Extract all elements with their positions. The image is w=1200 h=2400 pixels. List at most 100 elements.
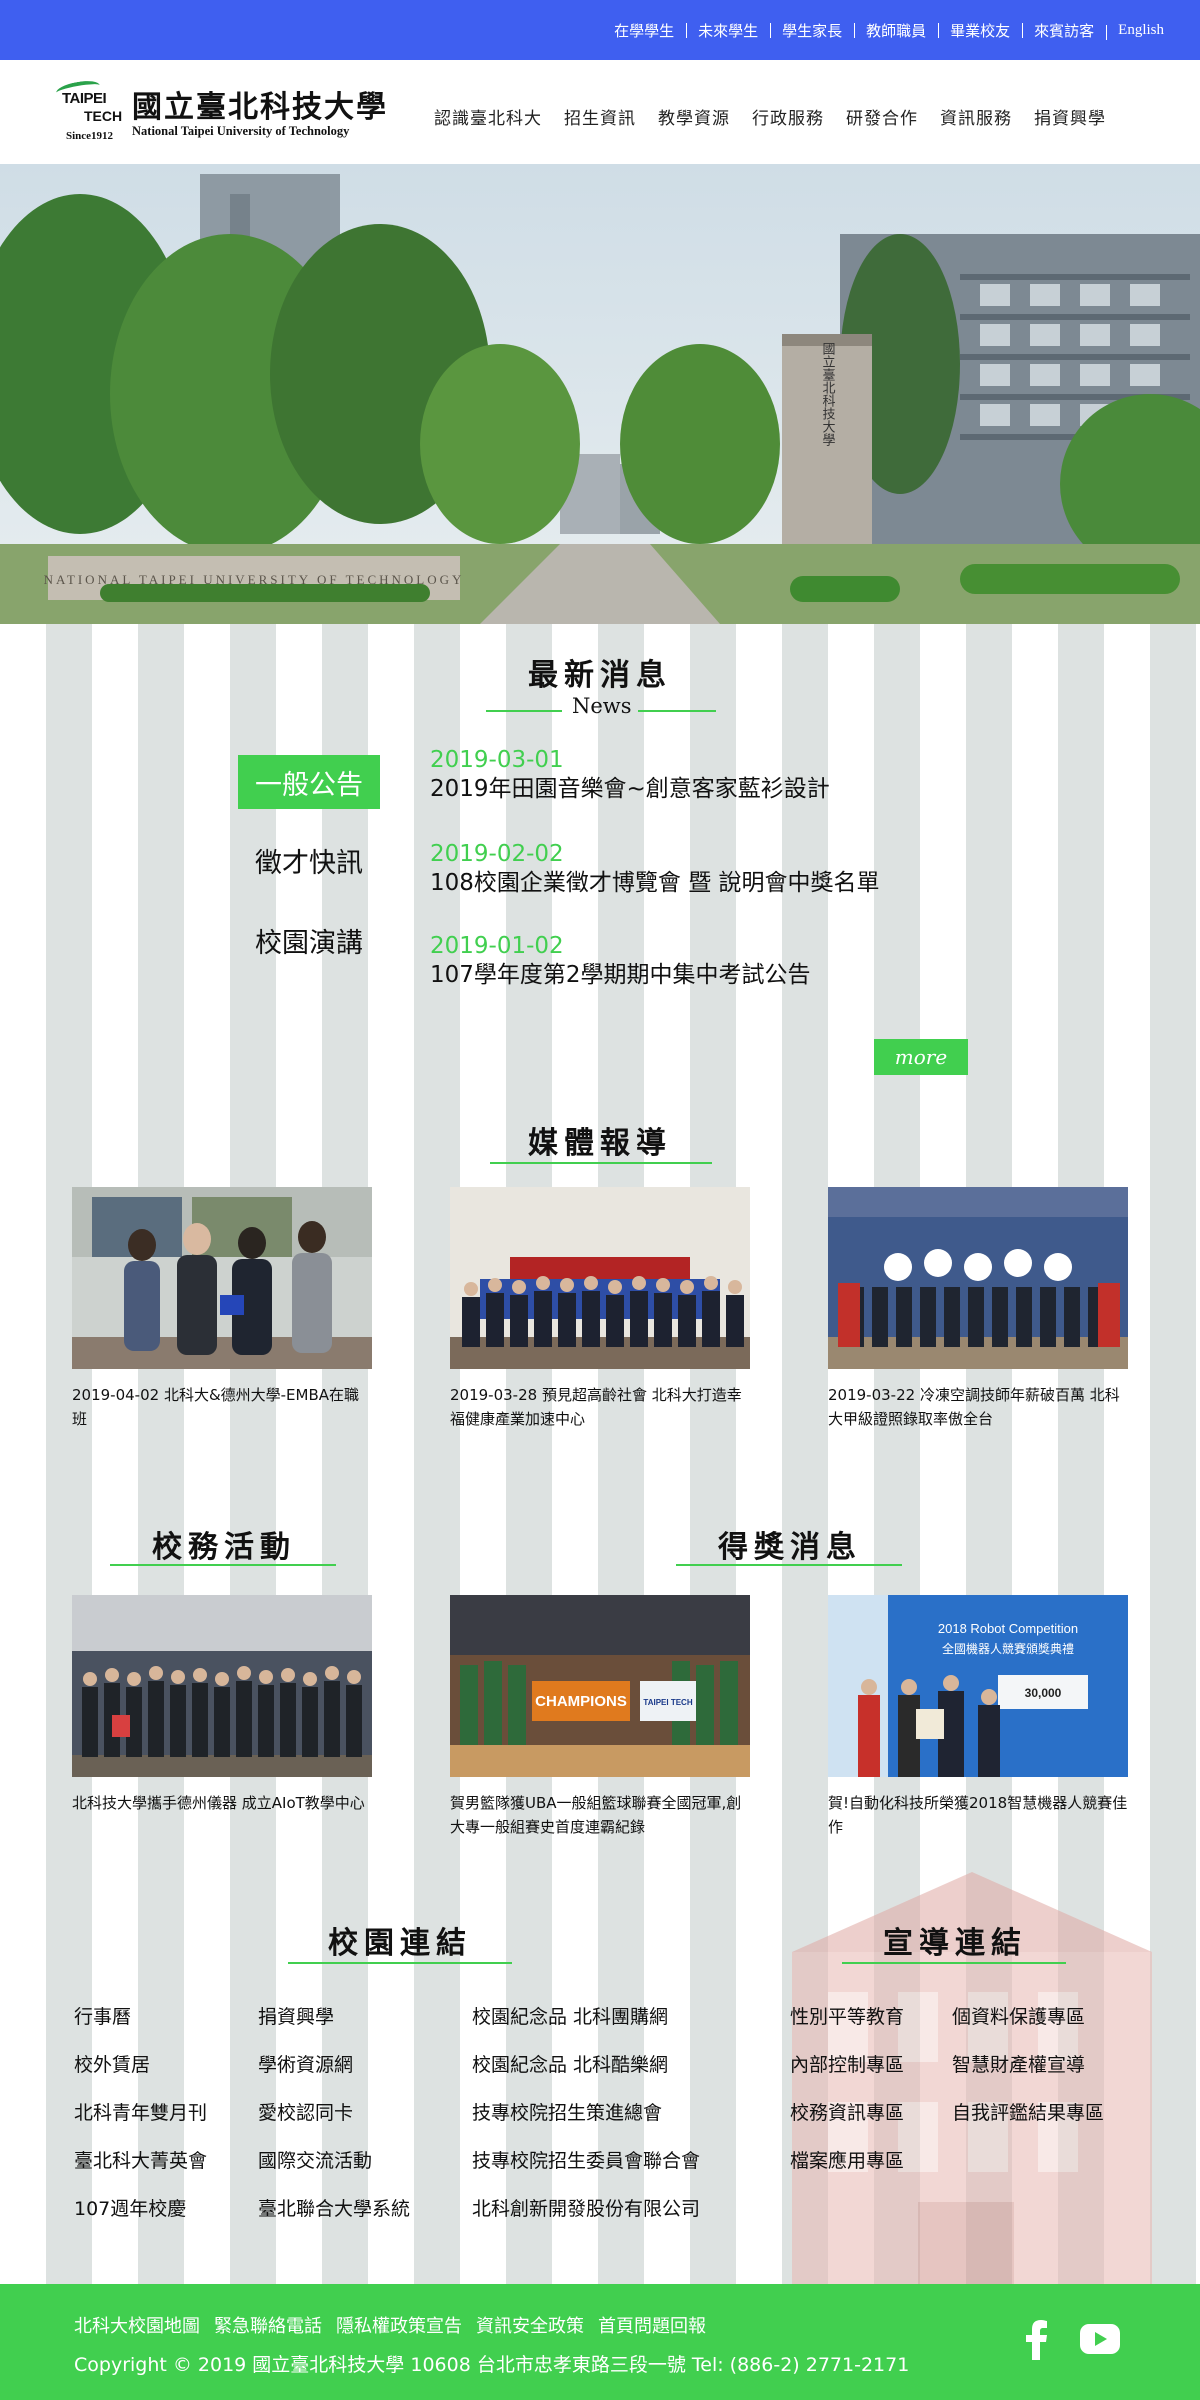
link-admission-promotion[interactable]: 技專校院招生策進總會 [472,2098,662,2125]
nav-administration[interactable]: 行政服務 [752,104,824,129]
link-english[interactable]: English [1106,22,1176,40]
footer-link-emergency[interactable]: 緊急聯絡電話 [214,2312,322,2338]
campus-links-title-underline [288,1962,512,1964]
activity-caption: 北科技大學攜手德州儀器 成立AIoT教學中心 [72,1794,365,1812]
link-self-evaluation[interactable]: 自我評鑑結果專區 [952,2098,1104,2125]
link-internal-control[interactable]: 內部控制專區 [790,2050,904,2077]
utility-bar: 在學學生 未來學生 學生家長 教師職員 畢業校友 來賓訪客 English [0,0,1200,60]
tab-general-announcements[interactable]: 一般公告 [238,755,380,809]
news-date: 2019-02-02 [430,841,564,867]
nav-admissions[interactable]: 招生資訊 [564,104,636,129]
media-photo-emba [72,1187,372,1369]
news-title-underline-right [638,710,716,712]
logo-name-en: National Taipei University of Technology [132,124,350,138]
footer-link-campus-map[interactable]: 北科大校園地圖 [74,2312,200,2338]
footer-links: 北科大校園地圖 緊急聯絡電話 隱私權政策宣告 資訊安全政策 首頁問題回報 [74,2312,706,2338]
footer-link-report[interactable]: 首頁問題回報 [598,2312,706,2338]
link-youth-bimonthly[interactable]: 北科青年雙月刊 [74,2098,207,2125]
promo-links-title-underline [842,1962,1066,1964]
link-souvenir-group-buy[interactable]: 校園紀念品 北科團購網 [472,2002,668,2029]
news-more-button[interactable]: more [874,1039,968,1075]
news-date: 2019-01-02 [430,933,564,959]
link-university-system[interactable]: 臺北聯合大學系統 [258,2194,410,2221]
awards-title-underline [676,1564,902,1566]
media-card[interactable]: 2019-03-28 預見超高齡社會 北科大打造幸福健康產業加速中心 [450,1187,750,1431]
link-international-exchange[interactable]: 國際交流活動 [258,2146,372,2173]
nav-it-services[interactable]: 資訊服務 [940,104,1012,129]
logo-mark-bottom: TECH [84,108,123,124]
link-affinity-card[interactable]: 愛校認同卡 [258,2098,353,2125]
nav-academic-resources[interactable]: 教學資源 [658,104,730,129]
link-future-students[interactable]: 未來學生 [686,20,770,41]
news-title-underline-left [486,710,562,712]
news-date: 2019-03-01 [430,747,564,773]
link-school-info[interactable]: 校務資訊專區 [790,2098,904,2125]
link-faculty-staff[interactable]: 教師職員 [854,20,938,41]
media-card[interactable]: 2019-03-22 冷凍空調技師年薪破百萬 北科大甲級證照錄取率傲全台 [828,1187,1128,1431]
award-caption: 賀!自動化科技所榮獲2018智慧機器人競賽佳作 [828,1794,1128,1836]
news-item[interactable]: 2019-03-01 2019年田園音樂會~創意客家藍衫設計 [430,746,1030,804]
logo-since: Since1912 [66,130,114,142]
media-card[interactable]: 2019-04-02 北科大&德州大學-EMBA在職班 [72,1187,372,1431]
award-card[interactable]: 2018 Robot Competition 全國機器人競賽頒獎典禮 30,00… [828,1595,1128,1839]
activities-title: 校務活動 [152,1530,296,1565]
footer-link-privacy[interactable]: 隱私權政策宣告 [336,2312,462,2338]
link-donations[interactable]: 捐資興學 [258,2002,334,2029]
media-title-underline [490,1162,712,1164]
link-anniversary[interactable]: 107週年校慶 [74,2194,186,2221]
link-visitors[interactable]: 來賓訪客 [1022,20,1106,41]
news-item[interactable]: 2019-01-02 107學年度第2學期期中集中考試公告 [430,932,1030,990]
news-headline[interactable]: 107學年度第2學期期中集中考試公告 [430,960,1030,990]
site-footer: 北科大校園地圖 緊急聯絡電話 隱私權政策宣告 資訊安全政策 首頁問題回報 Cop… [0,2284,1200,2400]
link-elite-association[interactable]: 臺北科大菁英會 [74,2146,207,2173]
taipei-tech-emblem: TAIPEI TECH Since1912 [46,78,126,142]
link-alumni[interactable]: 畢業校友 [938,20,1022,41]
news-headline[interactable]: 108校園企業徵才博覽會 暨 說明會中獎名單 [430,868,1030,898]
link-admission-committee[interactable]: 技專校院招生委員會聯合會 [472,2146,700,2173]
link-calendar[interactable]: 行事曆 [74,2002,131,2029]
campus-links-title: 校園連結 [328,1926,472,1961]
link-souvenir-cool-shop[interactable]: 校園紀念品 北科酷樂網 [472,2050,668,2077]
link-parents[interactable]: 學生家長 [770,20,854,41]
media-caption: 2019-03-22 冷凍空調技師年薪破百萬 北科大甲級證照錄取率傲全台 [828,1386,1120,1428]
nav-research[interactable]: 研發合作 [846,104,918,129]
tab-job-openings[interactable]: 徵才快訊 [238,833,380,887]
logo-name-zh: 國立臺北科技大學 [132,90,388,125]
news-item[interactable]: 2019-02-02 108校園企業徵才博覽會 暨 說明會中獎名單 [430,840,1030,898]
main-nav: 認識臺北科大 招生資訊 教學資源 行政服務 研發合作 資訊服務 捐資興學 [434,104,1128,129]
logo-mark-top: TAIPEI [62,90,107,107]
award-caption: 賀男籃隊獲UBA一般組籃球聯賽全國冠軍,創大專一般組賽史首度連霸紀錄 [450,1794,742,1836]
footer-copyright: Copyright © 2019 國立臺北科技大學 10608 台北市忠孝東路三… [74,2354,910,2376]
footer-link-security[interactable]: 資訊安全政策 [476,2312,584,2338]
link-off-campus-housing[interactable]: 校外賃居 [74,2050,150,2077]
robot-banner-subtitle: 全國機器人競賽頒獎典禮 [942,1641,1074,1656]
youtube-icon[interactable] [1080,2324,1120,2354]
facebook-icon[interactable] [1024,2320,1048,2360]
news-headline[interactable]: 2019年田園音樂會~創意客家藍衫設計 [430,774,1030,804]
nav-about[interactable]: 認識臺北科大 [434,104,542,129]
activities-title-underline [110,1564,336,1566]
link-gender-equality[interactable]: 性別平等教育 [790,2002,904,2029]
link-academic-resources[interactable]: 學術資源網 [258,2050,353,2077]
site-header: TAIPEI TECH Since1912 國立臺北科技大學 National … [0,60,1200,164]
campus-scene: 國立臺北科技大學 NATIONAL TAIPEI UNIVERSITY OF T… [0,164,1200,624]
link-privacy-protection[interactable]: 個資料保護專區 [952,2002,1085,2029]
news-subtitle: News [572,694,632,718]
award-card[interactable]: CHAMPIONS TAIPEI TECH 賀男籃隊獲UBA一般組籃球聯賽全國冠… [450,1595,750,1839]
tab-campus-lectures[interactable]: 校園演講 [238,913,380,967]
university-logo[interactable]: TAIPEI TECH Since1912 國立臺北科技大學 National … [46,78,392,146]
link-innovation-company[interactable]: 北科創新開發股份有限公司 [472,2194,700,2221]
news-title: 最新消息 [528,658,672,693]
link-ip-rights[interactable]: 智慧財產權宣導 [952,2050,1085,2077]
media-photo-hvac-license [828,1187,1128,1369]
prize-check: 30,000 [1025,1686,1062,1700]
link-current-students[interactable]: 在學學生 [602,20,686,41]
media-title: 媒體報導 [528,1126,672,1161]
promo-links-title: 宣導連結 [883,1926,1027,1961]
champions-banner: CHAMPIONS [535,1693,627,1710]
hero-campus-photo: 國立臺北科技大學 NATIONAL TAIPEI UNIVERSITY OF T… [0,164,1200,624]
robot-banner-title: 2018 Robot Competition [938,1621,1078,1636]
activity-card[interactable]: 北科技大學攜手德州儀器 成立AIoT教學中心 [72,1595,372,1815]
link-archives[interactable]: 檔案應用專區 [790,2146,904,2173]
nav-donations[interactable]: 捐資興學 [1034,104,1106,129]
